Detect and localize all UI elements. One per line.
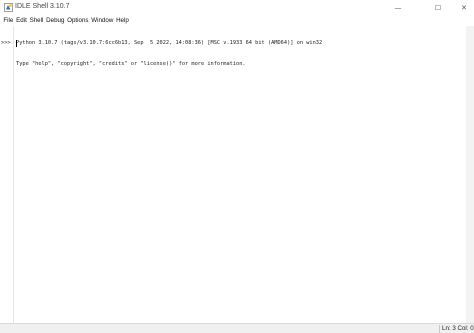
title-bar: IDLE Shell 3.10.7 — ☐ ✕ bbox=[0, 0, 474, 15]
maximize-icon: ☐ bbox=[434, 3, 442, 12]
menu-edit[interactable]: Edit bbox=[15, 16, 28, 26]
minimize-button[interactable]: — bbox=[384, 0, 412, 15]
info-line: Type "help", "copyright", "credits" or "… bbox=[16, 61, 246, 67]
version-line: Python 3.10.7 (tags/v3.10.7:6cc6b13, Sep… bbox=[16, 40, 323, 46]
shell-prompt: >>> bbox=[1, 40, 11, 46]
cursor-position: Ln: 3 Col: 0 bbox=[442, 325, 474, 332]
text-cursor bbox=[16, 40, 17, 47]
shell-editor[interactable]: >>> Python 3.10.7 (tags/v3.10.7:6cc6b13,… bbox=[0, 26, 474, 323]
close-button[interactable]: ✕ bbox=[450, 0, 474, 15]
minimize-icon: — bbox=[394, 3, 402, 12]
menu-debug[interactable]: Debug bbox=[45, 16, 66, 26]
menu-shell[interactable]: Shell bbox=[28, 16, 45, 26]
vertical-scrollbar[interactable] bbox=[466, 26, 474, 323]
menu-file[interactable]: File bbox=[2, 16, 15, 26]
status-bar: Ln: 3 Col: 0 bbox=[0, 323, 474, 333]
menu-help[interactable]: Help bbox=[115, 16, 131, 26]
menu-bar: File Edit Shell Debug Options Window Hel… bbox=[0, 15, 474, 26]
shell-output[interactable]: Python 3.10.7 (tags/v3.10.7:6cc6b13, Sep… bbox=[16, 26, 456, 82]
prompt-gutter: >>> bbox=[0, 26, 14, 323]
window-title: IDLE Shell 3.10.7 bbox=[15, 3, 70, 10]
maximize-button[interactable]: ☐ bbox=[424, 0, 452, 15]
idle-app-icon bbox=[4, 3, 13, 12]
menu-window[interactable]: Window bbox=[90, 16, 115, 26]
close-icon: ✕ bbox=[461, 3, 467, 12]
menu-options[interactable]: Options bbox=[66, 16, 90, 26]
status-divider bbox=[439, 325, 440, 333]
